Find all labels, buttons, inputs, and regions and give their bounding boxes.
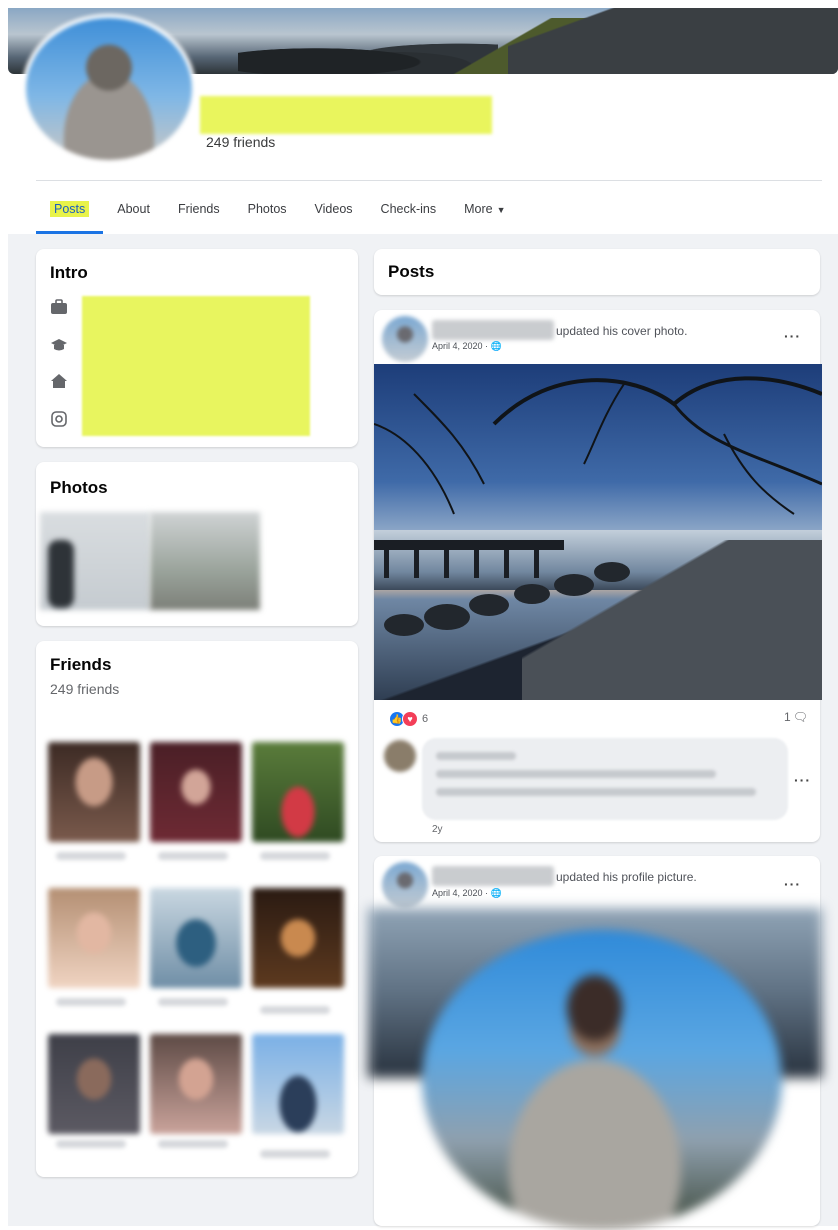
post-author-name-redacted[interactable]: [432, 866, 554, 886]
friend-name-redacted: [158, 852, 228, 860]
comment-text-redacted: [436, 788, 756, 796]
profile-friend-count[interactable]: 249 friends: [206, 134, 275, 150]
post-action-text: updated his cover photo.: [556, 324, 688, 338]
caret-down-icon: ▼: [496, 205, 506, 215]
post-author-avatar[interactable]: [382, 316, 428, 362]
friend-tile[interactable]: [252, 742, 344, 842]
comment-text-redacted: [436, 770, 716, 778]
briefcase-icon: [50, 299, 70, 317]
post-reactions[interactable]: 👍 ♥ 6: [390, 711, 428, 727]
post-comment-count[interactable]: 1 🗨: [784, 710, 808, 724]
globe-icon: 🌐: [490, 341, 502, 351]
profile-name-redacted: [200, 96, 492, 134]
profile-avatar[interactable]: [22, 14, 196, 164]
tab-posts[interactable]: Posts: [36, 190, 104, 234]
friend-tile[interactable]: [150, 1034, 242, 1134]
posts-title: Posts: [388, 262, 435, 281]
tab-friends[interactable]: Friends: [164, 190, 234, 230]
friend-tile[interactable]: [252, 888, 344, 988]
comment-bubble-redacted: [422, 738, 788, 820]
post-author-name-redacted[interactable]: [432, 320, 554, 340]
friend-name-redacted: [260, 1150, 330, 1158]
home-icon: [50, 373, 70, 391]
post-author-avatar[interactable]: [382, 862, 428, 908]
intro-details-redacted: [82, 296, 310, 436]
post-profile-picture[interactable]: [422, 930, 782, 1230]
comment-timestamp[interactable]: 2y: [432, 824, 443, 835]
friend-tile[interactable]: [48, 888, 140, 988]
instagram-icon: [50, 411, 70, 429]
love-reaction-icon: ♥: [402, 711, 418, 727]
friend-name-redacted: [260, 852, 330, 860]
post-date[interactable]: April 4, 2020 · 🌐: [432, 888, 502, 899]
comment-text-redacted: [436, 752, 516, 760]
friends-count: 249 friends: [50, 681, 120, 697]
tab-videos[interactable]: Videos: [301, 190, 367, 230]
comment-icon: 🗨: [792, 710, 808, 724]
friend-tile[interactable]: [48, 1034, 140, 1134]
post-cover-photo[interactable]: [374, 364, 822, 700]
post-action-text: updated his profile picture.: [556, 870, 697, 884]
reactions-count: 6: [422, 713, 429, 725]
commenter-avatar[interactable]: [384, 740, 416, 772]
photo-thumbnail[interactable]: [48, 540, 74, 608]
friend-name-redacted: [56, 1140, 126, 1148]
profile-tabs: Posts About Friends Photos Videos Check-…: [36, 190, 520, 234]
globe-icon: 🌐: [490, 888, 502, 898]
post-options-button[interactable]: ···: [784, 328, 801, 344]
friend-tile[interactable]: [150, 742, 242, 842]
friend-name-redacted: [260, 1006, 330, 1014]
posts-header-card: Posts: [374, 249, 820, 295]
post-options-button[interactable]: ···: [784, 876, 801, 892]
tab-more[interactable]: More ▼: [450, 190, 519, 230]
friend-name-redacted: [56, 998, 126, 1006]
tab-about[interactable]: About: [103, 190, 164, 230]
friend-tile[interactable]: [252, 1034, 344, 1134]
tab-check-ins[interactable]: Check-ins: [367, 190, 451, 230]
photo-thumbnail[interactable]: [150, 512, 260, 610]
post-date[interactable]: April 4, 2020 · 🌐: [432, 341, 502, 352]
comment-options-button[interactable]: ···: [794, 772, 811, 788]
tab-photos[interactable]: Photos: [234, 190, 301, 230]
friend-name-redacted: [158, 998, 228, 1006]
intro-title: Intro: [50, 263, 88, 282]
photos-title: Photos: [50, 478, 108, 497]
friend-name-redacted: [158, 1140, 228, 1148]
friend-name-redacted: [56, 852, 126, 860]
friends-title[interactable]: Friends: [50, 655, 111, 675]
graduation-cap-icon: [50, 337, 70, 355]
friend-tile[interactable]: [48, 742, 140, 842]
header-divider: [36, 180, 822, 181]
friend-tile[interactable]: [150, 888, 242, 988]
